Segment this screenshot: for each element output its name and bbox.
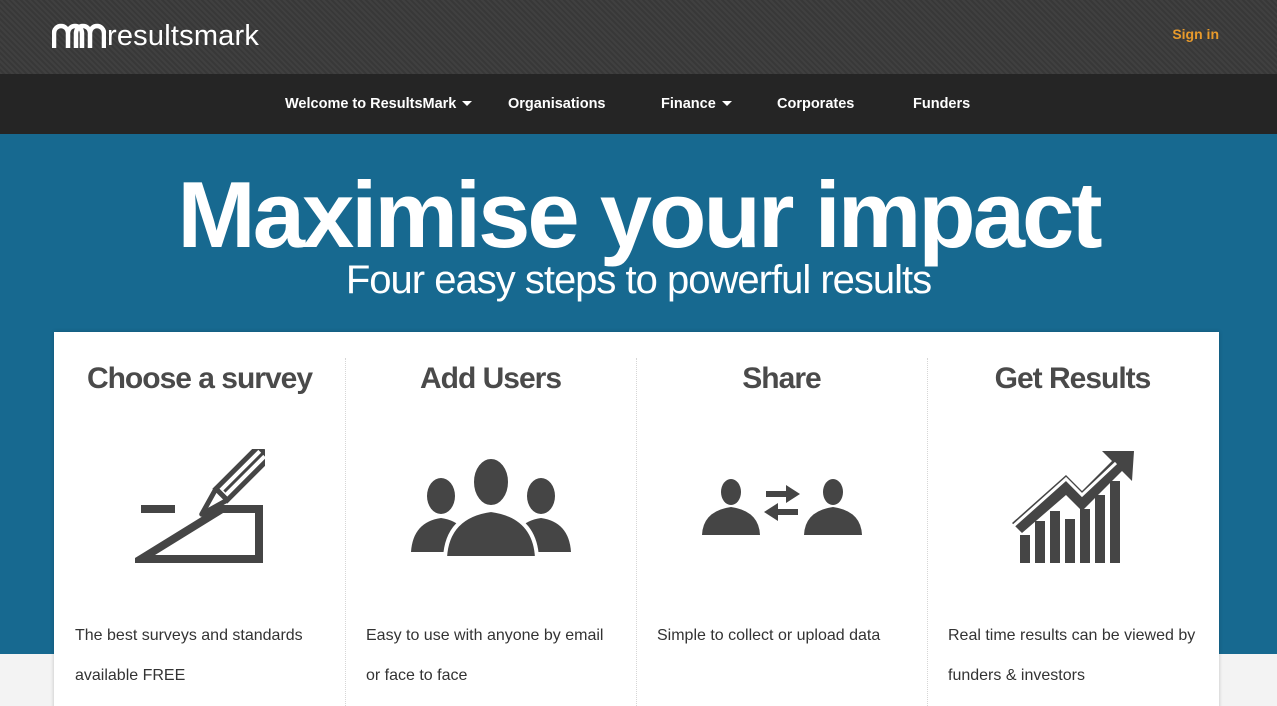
nav-item-corporates[interactable]: Corporates [777,74,854,134]
nav-item-label: Welcome to ResultsMark [285,96,457,112]
step-description-line: Easy to use with anyone by email [366,627,604,644]
step-title: Choose a survey [86,362,313,395]
nav-item-funders[interactable]: Funders [913,74,970,134]
nav-item-finance[interactable]: Finance [661,74,732,134]
step-title: Share [742,362,821,395]
step-description-line: available FREE [75,667,186,684]
step-title: Add Users [419,362,562,395]
sign-in-link[interactable]: Sign in [1172,26,1219,42]
logo-mark-icon [52,23,106,48]
step-card-share: Share Simple to collect or upload data [636,332,927,706]
step-description: Simple to collect or upload data [657,616,917,656]
step-description: The best surveys and standards available… [75,616,335,696]
chevron-down-icon [462,100,473,106]
step-description-line: or face to face [366,667,468,684]
logo[interactable]: resultsmark [52,20,259,52]
logo-text: resultsmark [107,19,260,52]
chevron-down-icon [721,100,732,106]
growth-chart-icon [927,447,1218,567]
step-card-choose-survey: Choose a survey The best surveys and sta… [54,332,345,706]
nav-item-organisations[interactable]: Organisations [508,74,606,134]
step-description: Real time results can be viewed by funde… [948,616,1208,696]
users-group-icon [345,447,636,567]
step-description-line: The best surveys and standards [75,627,303,644]
step-card-get-results: Get Results Real time results can be vie… [927,332,1218,706]
hero-subtitle: Four easy steps to powerful results [345,258,932,302]
pencil-survey-icon [54,447,345,567]
main-nav: Welcome to ResultsMark Organisations Fin… [0,74,1277,134]
nav-item-welcome[interactable]: Welcome to ResultsMark [285,74,473,134]
nav-item-label: Finance [661,96,716,112]
step-description-line: Real time results can be viewed by [948,627,1196,644]
top-header: resultsmark Sign in [0,0,1277,74]
step-description-line: funders & investors [948,667,1085,684]
share-exchange-icon [636,447,927,567]
step-title: Get Results [994,362,1152,395]
nav-item-label: Funders [913,96,971,112]
step-card-add-users: Add Users Easy to use with anyone by ema… [345,332,636,706]
step-description: Easy to use with anyone by email or face… [366,616,626,696]
nav-item-label: Corporates [777,96,855,112]
step-description-line: Simple to collect or upload data [657,627,881,644]
nav-item-label: Organisations [508,96,606,112]
hero-title: Maximise your impact [177,162,1102,267]
steps-panel: Choose a survey The best surveys and sta… [54,332,1219,706]
